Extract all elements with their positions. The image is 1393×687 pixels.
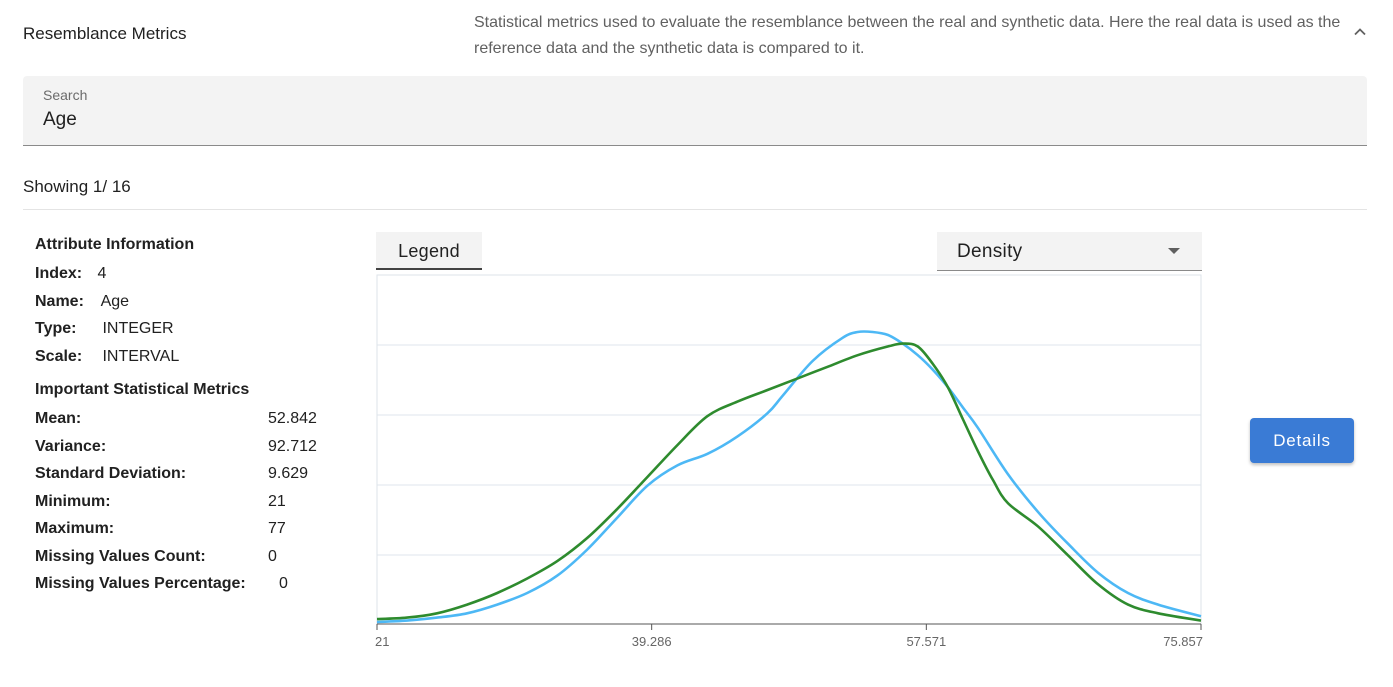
density-chart: 21 39.286 57.571 75.857 (375, 274, 1203, 649)
attribute-info-heading: Attribute Information (35, 236, 195, 253)
x-tick-label: 57.571 (906, 634, 946, 649)
scale-label: Scale: (35, 347, 83, 365)
name-value: Age (100, 292, 130, 310)
metric-label: Variance: (35, 437, 107, 455)
metric-row: Missing Values Count: 0 (35, 543, 335, 571)
x-tick-label: 39.286 (632, 634, 672, 649)
type-label: Type: (35, 320, 77, 337)
metric-row: Variance: 92.712 (35, 433, 335, 461)
metric-value: 0 (279, 575, 288, 592)
metrics-heading: Important Statistical Metrics (35, 381, 250, 398)
metric-label: Minimum: (35, 492, 111, 510)
type-row: Type: INTEGER (35, 315, 194, 343)
metric-label: Missing Values Percentage: (35, 575, 246, 592)
plot-area (376, 274, 1202, 625)
statistical-metrics: Important Statistical Metrics Mean: 52.8… (35, 378, 335, 598)
metric-value: 0 (268, 547, 277, 565)
scale-value: INTERVAL (102, 347, 180, 365)
metric-label: Mean: (35, 410, 82, 427)
metric-row: Maximum: 77 (35, 515, 335, 543)
metric-value: 77 (268, 520, 286, 537)
search-input[interactable]: Age (43, 109, 77, 131)
name-row: Name: Age (35, 288, 194, 316)
attribute-information: Attribute Information Index: 4 Name: Age… (35, 233, 194, 370)
metric-value: 9.629 (268, 465, 309, 482)
index-label: Index: (35, 265, 83, 282)
results-count: Showing 1/ 16 (23, 177, 131, 196)
index-value: 4 (97, 265, 107, 282)
details-button[interactable]: Details (1250, 418, 1354, 463)
metric-row: Mean: 52.842 (35, 405, 335, 433)
caret-down-icon (1168, 248, 1180, 254)
metric-value: 92.712 (268, 437, 317, 455)
tab-legend[interactable]: Legend (376, 232, 482, 270)
metric-value: 21 (268, 492, 286, 510)
search-label: Search (43, 87, 88, 103)
x-axis: 21 39.286 57.571 75.857 (375, 623, 1203, 649)
name-label: Name: (35, 292, 84, 310)
metric-label: Standard Deviation: (35, 465, 187, 482)
divider (23, 209, 1367, 210)
index-row: Index: 4 (35, 260, 194, 288)
x-tick-label: 21 (375, 634, 389, 649)
section-description: Statistical metrics used to evaluate the… (474, 14, 1341, 57)
x-tick-label: 75.857 (1163, 634, 1203, 649)
metric-value: 52.842 (268, 410, 317, 427)
scale-row: Scale: INTERVAL (35, 343, 194, 371)
chart-grid (376, 274, 1202, 625)
plot-type-value: Density (957, 241, 1023, 262)
metric-row: Minimum: 21 (35, 488, 335, 516)
section-title: Resemblance Metrics (23, 24, 187, 43)
metric-row: Missing Values Percentage: 0 (35, 570, 335, 598)
chevron-up-icon[interactable] (1350, 22, 1370, 42)
search-field[interactable]: Search Age (23, 76, 1367, 146)
metric-label: Missing Values Count: (35, 547, 206, 565)
type-value: INTEGER (102, 320, 174, 337)
metric-label: Maximum: (35, 520, 115, 537)
metric-row: Standard Deviation: 9.629 (35, 460, 335, 488)
plot-type-select[interactable]: Density (937, 232, 1202, 271)
